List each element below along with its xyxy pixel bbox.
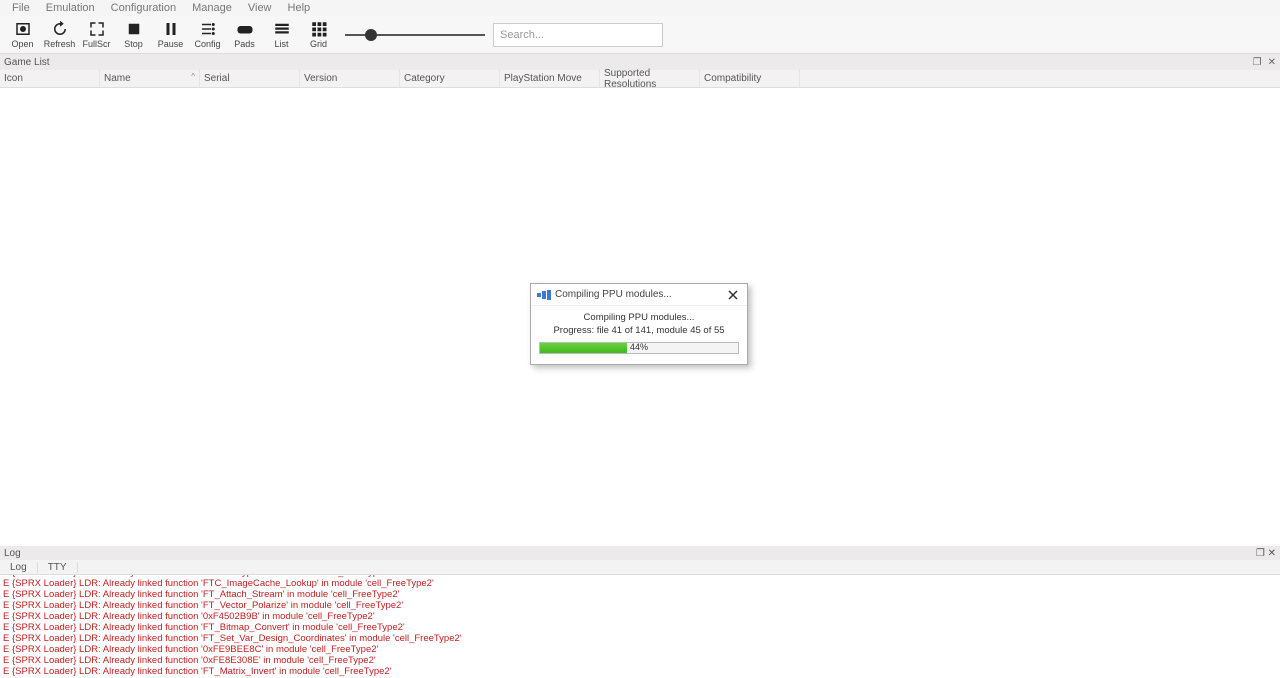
- pause-button[interactable]: Pause: [152, 17, 189, 53]
- menu-bar: FileEmulationConfigurationManageViewHelp: [0, 0, 1280, 16]
- log-panel-title: Log ❐ ✕: [0, 546, 1280, 560]
- open-icon: [14, 20, 32, 38]
- pads-button[interactable]: Pads: [226, 17, 263, 53]
- log-body[interactable]: E {SPRX Loader} LDR: Already linked func…: [0, 574, 1280, 678]
- log-line: E {SPRX Loader} LDR: Already linked func…: [3, 622, 1277, 633]
- menu-file[interactable]: File: [4, 2, 38, 14]
- progress-percent: 44%: [540, 342, 738, 352]
- restore-icon[interactable]: ❐: [1256, 548, 1265, 559]
- column-supported-resolutions[interactable]: Supported Resolutions: [600, 70, 700, 87]
- dialog-message: Compiling PPU modules...: [539, 312, 739, 323]
- fullscr-button[interactable]: FullScr: [78, 17, 115, 53]
- restore-icon[interactable]: ❐: [1253, 57, 1262, 68]
- search-placeholder: Search...: [500, 29, 544, 41]
- search-input[interactable]: Search...: [493, 23, 663, 47]
- column-name[interactable]: Name^: [100, 70, 200, 87]
- dialog-title: Compiling PPU modules...: [555, 289, 725, 300]
- list-icon: [273, 20, 291, 38]
- stop-button[interactable]: Stop: [115, 17, 152, 53]
- log-tab-log[interactable]: Log: [0, 562, 38, 573]
- config-icon: [199, 20, 217, 38]
- column-serial[interactable]: Serial: [200, 70, 300, 87]
- refresh-button[interactable]: Refresh: [41, 17, 78, 53]
- list-button[interactable]: List: [263, 17, 300, 53]
- pads-icon: [236, 20, 254, 38]
- icon-size-slider[interactable]: [345, 34, 485, 36]
- log-line: E {SPRX Loader} LDR: Already linked func…: [3, 633, 1277, 644]
- dialog-close-button[interactable]: [725, 287, 741, 303]
- log-tabs: LogTTY: [0, 560, 1280, 574]
- app-icon: [537, 290, 551, 300]
- grid-button[interactable]: Grid: [300, 17, 337, 53]
- column-playstation-move[interactable]: PlayStation Move: [500, 70, 600, 87]
- log-line: E {SPRX Loader} LDR: Already linked func…: [3, 611, 1277, 622]
- progress-bar: 44%: [539, 342, 739, 354]
- column-icon[interactable]: Icon: [0, 70, 100, 87]
- open-button[interactable]: Open: [4, 17, 41, 53]
- menu-emulation[interactable]: Emulation: [38, 2, 103, 14]
- config-button[interactable]: Config: [189, 17, 226, 53]
- log-tab-tty[interactable]: TTY: [38, 562, 78, 573]
- log-line: E {SPRX Loader} LDR: Already linked func…: [3, 589, 1277, 600]
- log-line: E {SPRX Loader} LDR: Already linked func…: [3, 644, 1277, 655]
- menu-manage[interactable]: Manage: [184, 2, 240, 14]
- pause-icon: [162, 20, 180, 38]
- column-version[interactable]: Version: [300, 70, 400, 87]
- gamelist-columns: IconName^SerialVersionCategoryPlayStatio…: [0, 70, 1280, 88]
- close-icon[interactable]: ✕: [1268, 548, 1276, 559]
- grid-icon: [310, 20, 328, 38]
- log-line: E {SPRX Loader} LDR: Already linked func…: [3, 600, 1277, 611]
- menu-help[interactable]: Help: [280, 2, 319, 14]
- menu-configuration[interactable]: Configuration: [103, 2, 184, 14]
- log-line: E {SPRX Loader} LDR: Already linked func…: [3, 666, 1277, 677]
- refresh-icon: [51, 20, 69, 38]
- stop-icon: [125, 20, 143, 38]
- log-line: E {SPRX Loader} LDR: Already linked func…: [3, 578, 1277, 589]
- column-compatibility[interactable]: Compatibility: [700, 70, 800, 87]
- dialog-progress-text: Progress: file 41 of 141, module 45 of 5…: [539, 325, 739, 336]
- close-icon[interactable]: ✕: [1268, 57, 1276, 68]
- menu-view[interactable]: View: [240, 2, 280, 14]
- dialog-titlebar: Compiling PPU modules...: [531, 284, 747, 306]
- log-line: E {SPRX Loader} LDR: Already linked func…: [3, 655, 1277, 666]
- toolbar: OpenRefreshFullScrStopPauseConfigPadsLis…: [0, 16, 1280, 54]
- column-category[interactable]: Category: [400, 70, 500, 87]
- compiling-dialog: Compiling PPU modules... Compiling PPU m…: [530, 283, 748, 365]
- fullscr-icon: [88, 20, 106, 38]
